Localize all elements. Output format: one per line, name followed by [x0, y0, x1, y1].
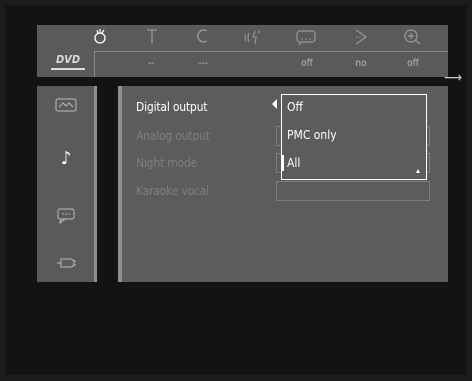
plug-icon[interactable] [51, 256, 81, 274]
digital-output-dropdown[interactable]: Off PMC only All [281, 94, 427, 180]
karaoke-vocal-value-box[interactable] [276, 181, 430, 201]
chapter-value: --- [198, 58, 208, 69]
chapter-icon[interactable] [192, 28, 214, 48]
toolbar-divider [94, 51, 448, 52]
music-note-icon[interactable]: ♪ [51, 150, 81, 168]
audio-icon[interactable] [242, 28, 264, 48]
toolbar-icons [37, 25, 448, 51]
zoom-value: off [407, 58, 419, 69]
scroll-indicator-icon [416, 169, 420, 173]
toolbar-vertical-divider [94, 51, 95, 77]
angle-value: no [355, 58, 367, 69]
settings-sidebar: ♪ [37, 86, 94, 282]
sidebar-divider [94, 86, 97, 282]
night-mode-label[interactable]: Night mode [136, 156, 197, 170]
title-icon[interactable] [141, 28, 163, 48]
dropdown-option-off[interactable]: Off [287, 100, 303, 114]
zoom-icon[interactable] [402, 28, 424, 48]
digital-output-label[interactable]: Digital output [136, 100, 207, 114]
dropdown-option-all[interactable]: All [287, 156, 300, 170]
subtitle-value: off [301, 58, 313, 69]
angle-icon[interactable] [350, 28, 372, 48]
dropdown-option-pmc-only[interactable]: PMC only [287, 128, 337, 142]
karaoke-vocal-label[interactable]: Karaoke vocal [136, 184, 209, 198]
audio-settings-panel: Digital output Analog output Night mode … [122, 86, 448, 282]
bulb-icon[interactable] [89, 28, 111, 48]
subtitle-icon[interactable] [295, 28, 317, 48]
dropdown-selection-bar [282, 155, 284, 171]
speech-bubble-icon[interactable] [51, 208, 81, 226]
picture-icon[interactable] [51, 98, 81, 116]
top-toolbar: DVD -- --- off no off ⟶ [37, 25, 462, 85]
title-value: -- [147, 58, 155, 69]
analog-output-label[interactable]: Analog output [136, 129, 210, 143]
arrow-right-icon: ⟶ [444, 70, 463, 86]
selection-arrow-icon [272, 99, 277, 109]
dvd-logo: DVD [51, 54, 85, 70]
